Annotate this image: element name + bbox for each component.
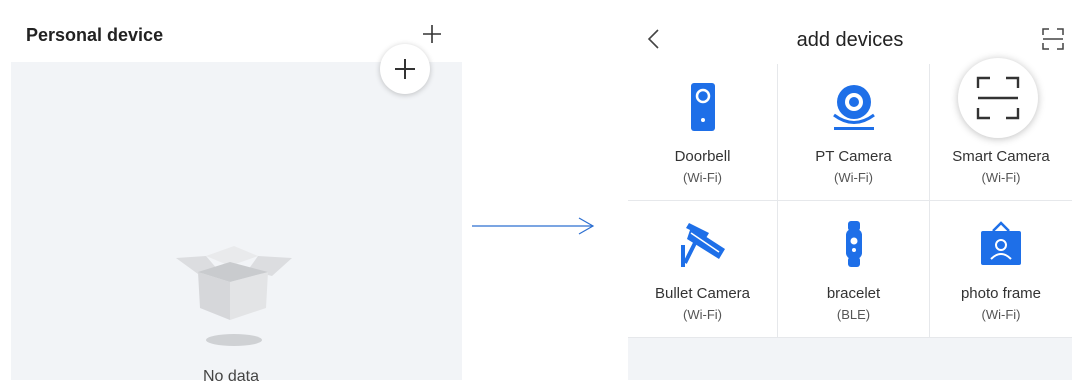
device-protocol: (Wi-Fi) [683,307,722,322]
device-protocol: (Wi-Fi) [683,170,722,185]
device-protocol: (Wi-Fi) [834,170,873,185]
bullet-camera-icon [680,223,725,267]
photo-frame-icon [981,221,1021,265]
scan-qr-icon[interactable] [1042,28,1064,50]
device-name: Smart Camera [952,148,1050,165]
device-protocol: (Wi-Fi) [981,170,1021,185]
device-tile-photo-frame[interactable]: photo frame (Wi-Fi) [930,201,1072,337]
page-title: Personal device [26,25,164,45]
add-devices-screen: add devices Doorbell (Wi-Fi) PT Camera (… [628,0,1072,380]
bracelet-icon [845,221,862,267]
device-tile-pt-camera[interactable]: PT Camera (Wi-Fi) [778,64,929,200]
personal-device-screen: Personal device No data [0,0,462,385]
right-header: add devices [628,0,1072,64]
device-name: PT Camera [815,148,892,165]
scan-frame-icon [976,76,1020,120]
plus-icon [395,59,415,79]
device-name: Bullet Camera [654,285,751,302]
device-tile-bracelet[interactable]: bracelet (BLE) [778,201,929,337]
pt-camera-icon [832,85,875,130]
empty-box-icon [176,246,292,346]
scan-button[interactable] [958,58,1038,138]
device-tile-bullet-camera[interactable]: Bullet Camera (Wi-Fi) [628,201,777,337]
device-name: Doorbell [674,148,731,165]
device-name: photo frame [960,285,1042,302]
device-tile-doorbell[interactable]: Doorbell (Wi-Fi) [628,64,777,200]
add-device-plus-icon[interactable] [422,24,442,44]
empty-state-text: No data [202,368,260,385]
device-protocol: (Wi-Fi) [981,307,1021,322]
device-protocol: (BLE) [836,307,871,322]
device-name: bracelet [826,285,881,302]
header-title: add devices [796,29,904,51]
add-device-button[interactable] [380,44,430,94]
doorbell-icon [690,83,715,131]
transition-arrow-icon [472,217,595,235]
